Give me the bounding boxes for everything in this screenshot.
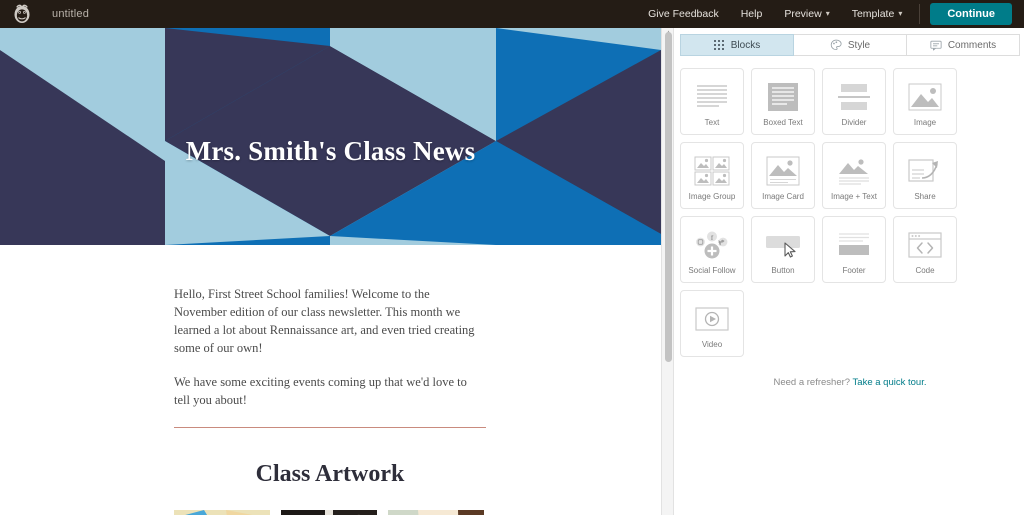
block-code-label: Code — [915, 266, 935, 275]
give-feedback-link[interactable]: Give Feedback — [637, 0, 730, 28]
tab-style-label: Style — [847, 39, 871, 51]
block-image-card[interactable]: Image Card — [751, 142, 815, 209]
social-follow-icon: f — [694, 227, 730, 263]
block-footer[interactable]: Footer — [822, 216, 886, 283]
intro-paragraph-2: We have some exciting events coming up t… — [174, 375, 467, 407]
block-social-follow[interactable]: f Social Follow — [680, 216, 744, 283]
comment-bubble-icon — [930, 40, 942, 51]
preview-menu[interactable]: Preview ▾ — [773, 0, 840, 29]
email-divider-block[interactable] — [174, 427, 486, 428]
grid-dots-icon — [713, 39, 725, 51]
help-label: Help — [740, 8, 763, 20]
blocks-grid: Text Boxed Text Divider Image Image Grou… — [680, 68, 1024, 357]
block-code[interactable]: Code — [893, 216, 957, 283]
tab-comments[interactable]: Comments — [907, 34, 1020, 56]
block-button[interactable]: Button — [751, 216, 815, 283]
template-menu[interactable]: Template ▾ — [841, 0, 914, 29]
image-card-icon — [766, 153, 800, 189]
top-bar: untitled Give Feedback Help Preview ▾ Tem… — [0, 0, 1024, 28]
block-boxed-text-label: Boxed Text — [763, 118, 803, 127]
tab-blocks[interactable]: Blocks — [680, 34, 794, 56]
image-group-icon — [694, 153, 730, 189]
email-document: Mrs. Smith's Class News Hello, First Str… — [0, 28, 661, 515]
block-text-label: Text — [704, 118, 720, 127]
block-video[interactable]: Video — [680, 290, 744, 357]
video-play-icon — [695, 301, 729, 337]
canvas-scrollbar-thumb[interactable] — [665, 32, 672, 362]
class-artwork-heading: Class Artwork — [255, 461, 405, 487]
hero-title: Mrs. Smith's Class News — [185, 136, 476, 166]
artwork-thumbnail-1[interactable] — [174, 510, 270, 515]
footer-icon — [837, 227, 871, 263]
block-footer-label: Footer — [842, 266, 866, 275]
chevron-down-icon: ▾ — [898, 8, 903, 18]
artwork-thumbnail-1-image — [174, 510, 270, 515]
intro-paragraph-1: Hello, First Street School families! Wel… — [174, 287, 475, 355]
image-icon — [908, 79, 942, 115]
block-button-label: Button — [771, 266, 795, 275]
email-text-block[interactable]: Hello, First Street School families! Wel… — [0, 245, 661, 409]
block-image-group-label: Image Group — [688, 192, 736, 201]
image-text-icon — [837, 153, 871, 189]
email-canvas[interactable]: Mrs. Smith's Class News Hello, First Str… — [0, 28, 661, 515]
artwork-thumbnail-2-image — [281, 510, 377, 515]
block-divider[interactable]: Divider — [822, 68, 886, 135]
divider-icon — [837, 79, 871, 115]
refresher-text: Need a refresher? — [773, 377, 853, 388]
workspace: Mrs. Smith's Class News Hello, First Str… — [0, 28, 1024, 515]
document-title[interactable]: untitled — [52, 8, 89, 20]
top-bar-actions: Give Feedback Help Preview ▾ Template ▾ Co… — [637, 0, 1024, 28]
toolbar-divider — [919, 4, 921, 24]
block-divider-label: Divider — [841, 118, 867, 127]
give-feedback-label: Give Feedback — [648, 8, 719, 20]
tab-blocks-label: Blocks — [730, 39, 761, 51]
block-image[interactable]: Image — [893, 68, 957, 135]
block-share[interactable]: Share — [893, 142, 957, 209]
tab-comments-label: Comments — [947, 39, 997, 51]
artwork-image-group-block[interactable] — [174, 510, 486, 515]
artwork-thumbnail-2[interactable] — [281, 510, 377, 515]
panel-tabs: Blocks Style Comments — [680, 34, 1020, 56]
block-image-text-label: Image + Text — [831, 192, 877, 201]
take-a-quick-tour-link[interactable]: Take a quick tour. — [853, 377, 927, 388]
block-image-label: Image — [913, 118, 937, 127]
block-image-card-label: Image Card — [762, 192, 804, 201]
artwork-thumbnail-3-image — [388, 510, 484, 515]
block-social-follow-label: Social Follow — [688, 266, 736, 275]
email-hero-block[interactable]: Mrs. Smith's Class News — [0, 28, 661, 245]
mailchimp-monkey-icon[interactable] — [0, 0, 44, 28]
boxed-text-icon — [767, 79, 799, 115]
blocks-panel: Blocks Style Comments Text Boxed Text Di… — [676, 28, 1024, 515]
block-video-label: Video — [701, 340, 723, 349]
paint-palette-icon — [830, 39, 842, 51]
preview-label: Preview — [784, 7, 822, 20]
block-image-text[interactable]: Image + Text — [822, 142, 886, 209]
button-icon — [763, 227, 803, 263]
template-label: Template — [851, 7, 895, 20]
block-text[interactable]: Text — [680, 68, 744, 135]
block-share-label: Share — [914, 192, 936, 201]
artwork-thumbnail-3[interactable] — [388, 510, 484, 515]
tab-style[interactable]: Style — [794, 34, 907, 56]
block-image-group[interactable]: Image Group — [680, 142, 744, 209]
code-brackets-icon — [908, 227, 942, 263]
share-arrow-icon — [908, 153, 942, 189]
canvas-scrollbar[interactable]: ▲ — [661, 28, 674, 515]
text-lines-icon — [695, 79, 729, 115]
block-boxed-text[interactable]: Boxed Text — [751, 68, 815, 135]
help-link[interactable]: Help — [730, 0, 774, 28]
refresher-hint: Need a refresher? Take a quick tour. — [676, 377, 1024, 388]
email-text-inner: Hello, First Street School families! Wel… — [174, 285, 484, 409]
continue-button[interactable]: Continue — [930, 3, 1012, 25]
chevron-down-icon: ▾ — [825, 8, 830, 18]
